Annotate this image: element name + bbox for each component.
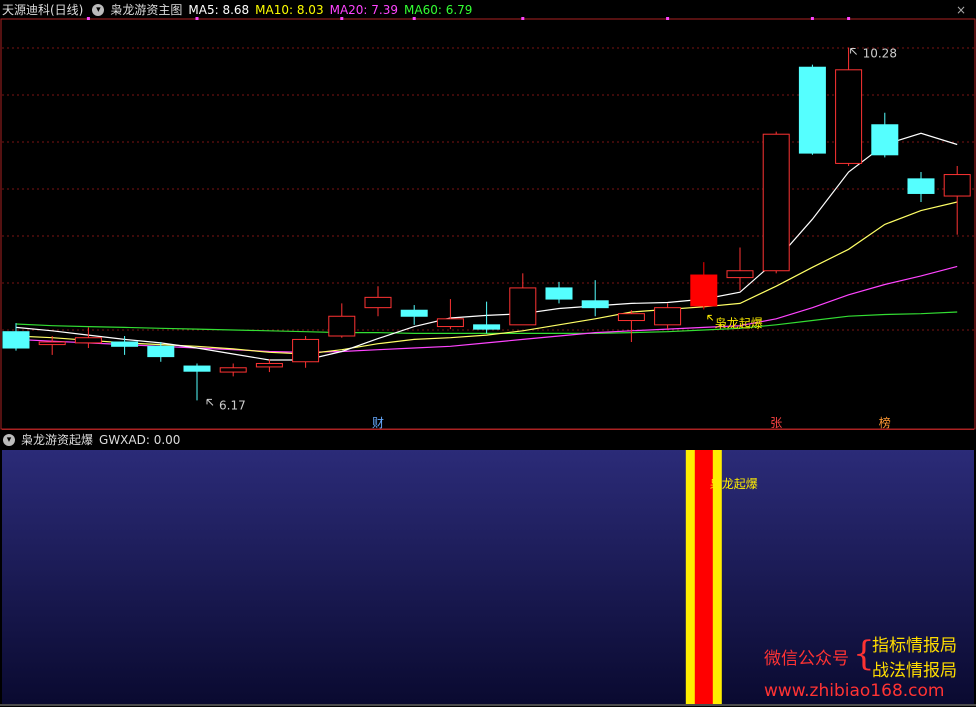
collapse-icon[interactable]: ▾: [92, 4, 105, 16]
high-pointer-icon: [850, 47, 857, 55]
sub-indicator-name: 枭龙游资起爆: [21, 433, 94, 447]
low-pointer-icon: [206, 398, 214, 406]
candle-body: [835, 69, 863, 164]
candle-body: [617, 313, 645, 322]
candle-body: [183, 365, 211, 372]
candle: [762, 131, 790, 274]
candle: [400, 305, 428, 325]
high-price-label: 10.28: [863, 46, 897, 60]
candle: [907, 171, 935, 203]
candle-body: [219, 367, 247, 373]
candle: [2, 323, 30, 351]
candle: [473, 301, 501, 334]
top-marker-dot: [521, 17, 525, 20]
sub-chart-panel[interactable]: 枭龙起爆 ▾ 枭龙游资起爆 GWXAD: 0.00 微信公众号 { 指标情报局 …: [0, 430, 976, 707]
candle: [328, 303, 356, 338]
candle-body: [762, 133, 790, 272]
top-marker-dot: [847, 17, 851, 20]
candle-body: [74, 337, 102, 344]
candle-body: [292, 338, 320, 363]
candle-body: [690, 274, 718, 307]
candle: [292, 336, 320, 368]
candle-body: [38, 341, 66, 346]
signal-bar-label: 枭龙起爆: [710, 476, 758, 491]
watermark-url: www.zhibiao168.com: [764, 681, 945, 701]
watermark-line1: 指标情报局: [872, 636, 957, 656]
signal-label: 枭龙起爆: [715, 315, 763, 330]
candle-body: [147, 345, 175, 358]
wechat-label: 微信公众号: [764, 649, 849, 669]
candle-body: [328, 315, 356, 337]
ma60-label: MA60: 6.79: [404, 3, 473, 17]
sub-chart-header: ▾ 枭龙游资起爆 GWXAD: 0.00: [0, 430, 186, 450]
candle-body: [400, 309, 428, 317]
candle-body: [907, 178, 935, 194]
candle: [436, 299, 464, 330]
candle-body: [111, 341, 139, 347]
ma10-label: MA10: 8.03: [255, 3, 324, 17]
candlestick-chart[interactable]: 10.28 6.17 枭龙起爆财 张 榜: [0, 0, 976, 430]
event-marker: 榜: [879, 415, 891, 430]
candle-body: [255, 362, 283, 368]
candle: [798, 64, 826, 155]
candle-body: [436, 318, 464, 328]
stock-name-label: 天源迪科(日线): [2, 3, 84, 17]
candle: [545, 281, 573, 304]
main-frame: [0, 18, 976, 430]
candle-body: [871, 124, 899, 156]
candle-body: [726, 270, 754, 279]
gwxad-label: GWXAD: 0.00: [99, 433, 181, 447]
event-marker: 张: [770, 416, 782, 430]
candle: [617, 310, 645, 343]
main-chart-header: 天源迪科(日线) ▾ 枭龙游资主图 MA5: 8.68 MA10: 8.03 M…: [0, 0, 478, 20]
indicator-name-label: 枭龙游资主图: [110, 3, 183, 17]
ma20-label: MA20: 7.39: [329, 3, 399, 17]
top-marker-dot: [810, 17, 814, 20]
candle: [871, 112, 899, 158]
candle: [183, 363, 211, 401]
candle-body: [654, 307, 682, 326]
candle-body: [798, 66, 826, 154]
candle: [74, 327, 102, 349]
low-price-label: 6.17: [219, 398, 246, 412]
candle: [835, 47, 863, 166]
candle-body: [545, 287, 573, 300]
candle: [943, 165, 971, 235]
candle: [364, 286, 392, 317]
candle-body: [473, 324, 501, 330]
candle-body: [581, 300, 609, 309]
candle-body: [364, 296, 392, 309]
close-icon[interactable]: ×: [954, 3, 968, 17]
event-marker: 财: [372, 416, 384, 430]
candle-body: [509, 287, 537, 326]
top-marker-dot: [666, 17, 670, 20]
candle: [509, 273, 537, 326]
candle: [219, 363, 247, 377]
watermark-line2: 战法情报局: [872, 661, 957, 681]
sub-collapse-icon[interactable]: ▾: [3, 434, 15, 446]
candle: [654, 303, 682, 330]
candle-body: [2, 331, 30, 349]
signal-pointer-icon: [707, 314, 714, 321]
ma5-label: MA5: 8.68: [188, 3, 250, 17]
candle: [690, 262, 718, 310]
candle: [581, 280, 609, 317]
candle-body: [943, 174, 971, 197]
main-chart-panel[interactable]: 10.28 6.17 枭龙起爆财 张 榜 天源迪科(日线) ▾ 枭龙游资主图 MA5: …: [0, 0, 976, 430]
candle: [255, 359, 283, 373]
